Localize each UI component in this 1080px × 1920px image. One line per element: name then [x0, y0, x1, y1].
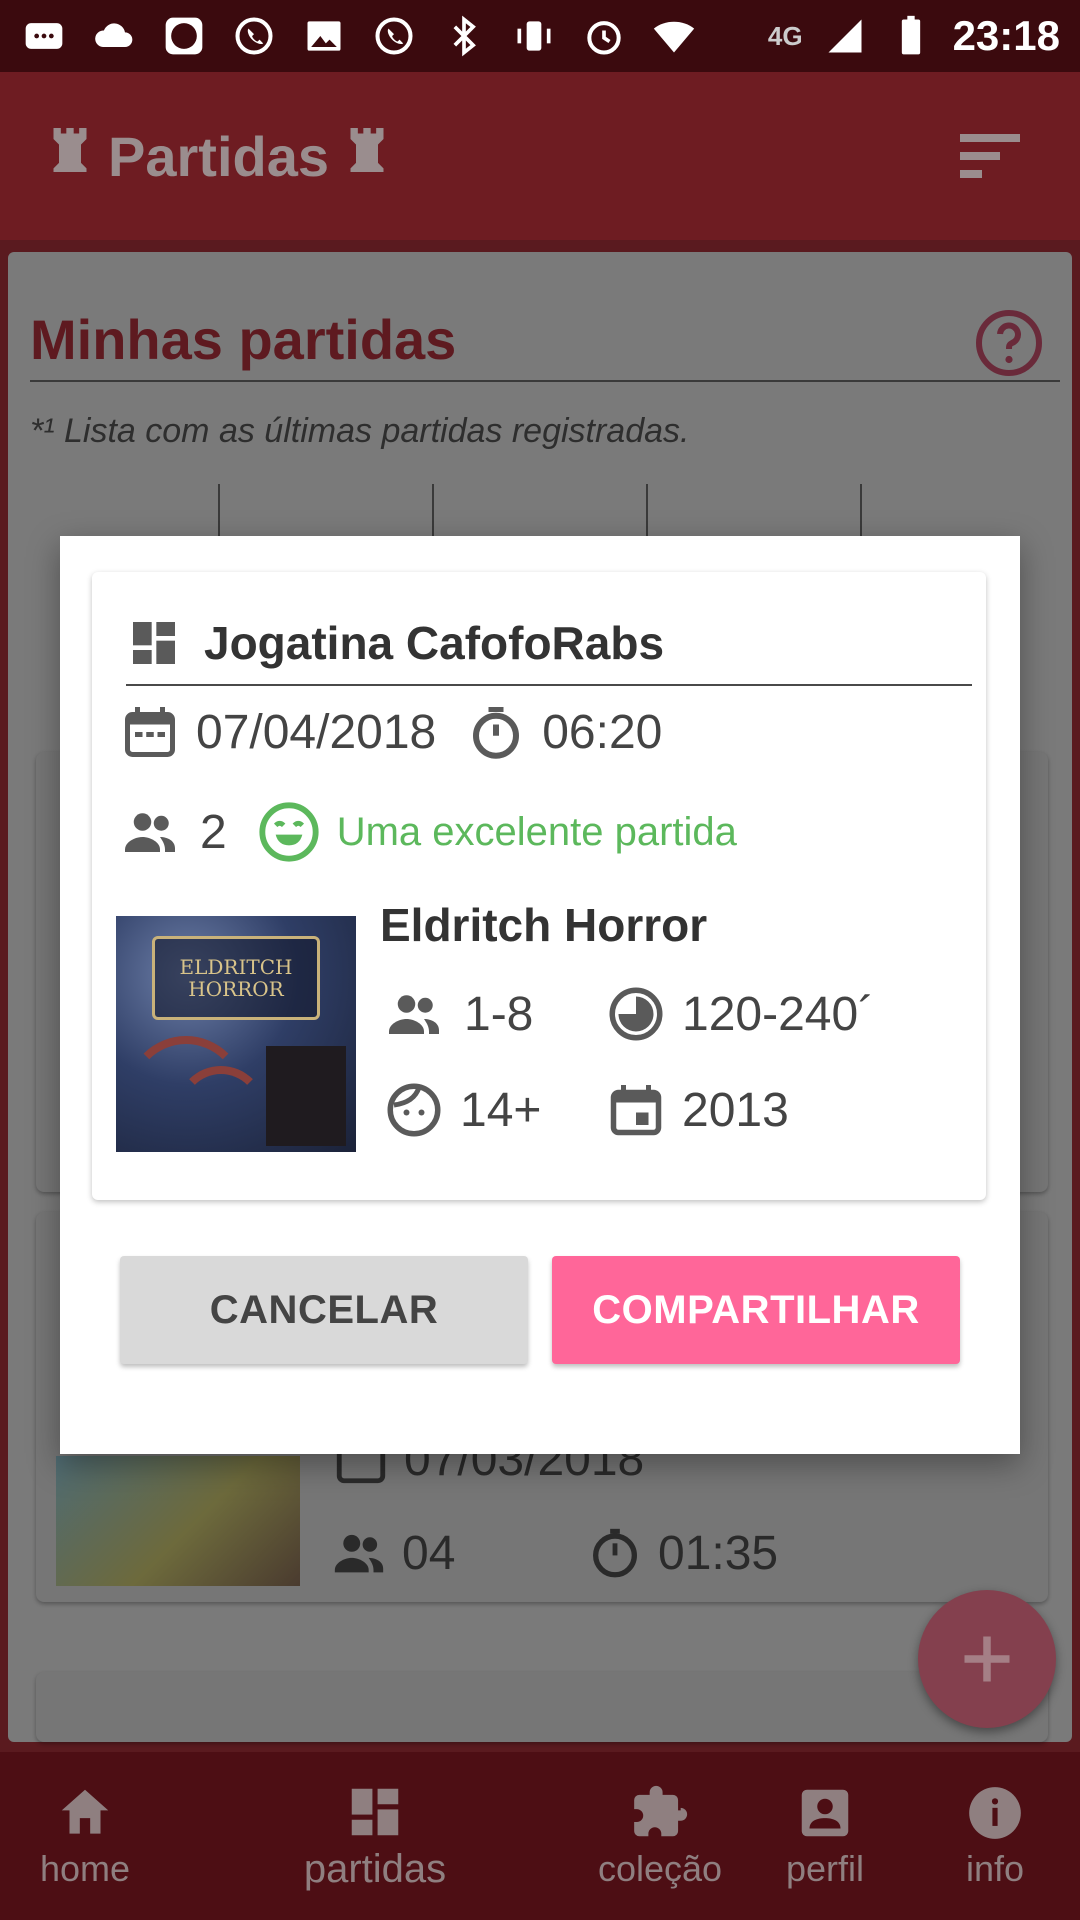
timer-icon	[593, 1528, 637, 1578]
game-name: Eldritch Horror	[380, 899, 708, 951]
alarm-icon	[580, 12, 628, 60]
people-icon	[334, 1534, 384, 1573]
dashboard-icon	[351, 1788, 399, 1835]
game-age-row: 14+	[384, 1080, 541, 1140]
game-playtime: 120-240´	[682, 987, 875, 1041]
nav-label: perfil	[785, 1848, 865, 1889]
match-title: Jogatina CafofoRabs	[204, 617, 665, 669]
event-icon	[610, 1085, 662, 1136]
nav-home[interactable]: home	[0, 1752, 170, 1920]
calendar-icon	[125, 707, 175, 757]
match-players: 2	[200, 805, 227, 859]
nav-label: home	[39, 1848, 131, 1889]
game-playtime-row: 120-240´	[606, 984, 874, 1044]
match-header: Jogatina CafofoRabs	[126, 602, 972, 686]
help-icon[interactable]	[973, 307, 1045, 384]
face-icon	[387, 1083, 441, 1137]
signal-icon	[821, 12, 869, 60]
image-icon	[300, 12, 348, 60]
card-duration-row: 01:35	[586, 1524, 778, 1582]
section-title: Minhas partidas	[30, 308, 457, 371]
app-title-text: Partidas	[108, 124, 329, 188]
match-card[interactable]	[36, 1672, 1048, 1742]
network-type: 4G	[767, 20, 803, 51]
match-date: 07/04/2018	[196, 705, 437, 759]
home-icon	[61, 1789, 109, 1834]
section-divider	[30, 380, 1060, 382]
app-title: Partidas	[48, 124, 389, 189]
timer-icon	[473, 707, 520, 759]
game-year: 2013	[682, 1083, 789, 1137]
whatsapp-icon	[230, 12, 278, 60]
clock: 23:18	[952, 12, 1060, 59]
mi-app-icon	[160, 12, 208, 60]
card-duration: 01:35	[658, 1526, 779, 1580]
bluetooth-icon	[440, 12, 488, 60]
match-players-row: 2 Uma excelente partida	[116, 800, 737, 864]
sort-icon[interactable]	[960, 130, 1020, 187]
rook-icon	[345, 124, 389, 189]
game-players-row: 1-8	[380, 984, 533, 1044]
section-note: *¹ Lista com as últimas partidas registr…	[30, 412, 690, 450]
match-date-row: 07/04/2018 06:20	[120, 702, 662, 762]
puzzle-icon	[634, 1785, 688, 1837]
card-players: 04	[402, 1526, 456, 1580]
match-rating: Uma excelente partida	[336, 809, 737, 854]
nav-perfil[interactable]: perfil	[760, 1752, 890, 1920]
game-thumbnail	[56, 1456, 300, 1586]
game-age: 14+	[460, 1083, 542, 1137]
account-box-icon	[801, 1789, 849, 1837]
pie-clock-icon	[609, 987, 663, 1041]
cloud-icon	[90, 12, 138, 60]
share-button[interactable]: COMPARTILHAR	[552, 1256, 960, 1364]
share-dialog: Jogatina CafofoRabs 07/04/2018 06:20 2 U…	[60, 536, 1020, 1454]
people-icon	[389, 995, 439, 1034]
card-players-row: 04	[330, 1524, 455, 1582]
match-summary-card: Jogatina CafofoRabs 07/04/2018 06:20 2 U…	[92, 572, 986, 1200]
match-duration: 06:20	[542, 705, 663, 759]
add-match-button[interactable]	[918, 1590, 1056, 1728]
nav-label: partidas	[303, 1846, 447, 1891]
nav-label: info	[965, 1848, 1025, 1889]
vibrate-icon	[510, 12, 558, 60]
cancel-button[interactable]: CANCELAR	[120, 1256, 528, 1364]
app-bar: Partidas	[0, 72, 1080, 240]
bottom-nav: home partidas coleção perfil info	[0, 1752, 1080, 1920]
smile-icon	[259, 802, 319, 862]
whatsapp-icon	[370, 12, 418, 60]
game-year-row: 2013	[606, 1080, 789, 1140]
wifi-icon	[650, 12, 698, 60]
game-cover-image: ELDRITCH HORROR	[116, 916, 356, 1152]
chat-notification-icon	[20, 12, 68, 60]
nav-info[interactable]: info	[930, 1752, 1060, 1920]
dashboard-icon	[133, 622, 175, 664]
status-bar: 4G 23:18	[0, 0, 1080, 72]
nav-label: coleção	[597, 1848, 723, 1889]
nav-partidas[interactable]: partidas	[270, 1752, 480, 1920]
nav-colecao[interactable]: coleção	[580, 1752, 740, 1920]
rook-icon	[48, 124, 92, 189]
plus-icon	[964, 1636, 1010, 1682]
people-icon	[125, 813, 175, 852]
game-cover-logo: ELDRITCH HORROR	[152, 936, 320, 1020]
battery-icon	[887, 12, 935, 60]
info-icon	[969, 1787, 1021, 1839]
game-players: 1-8	[464, 987, 534, 1041]
